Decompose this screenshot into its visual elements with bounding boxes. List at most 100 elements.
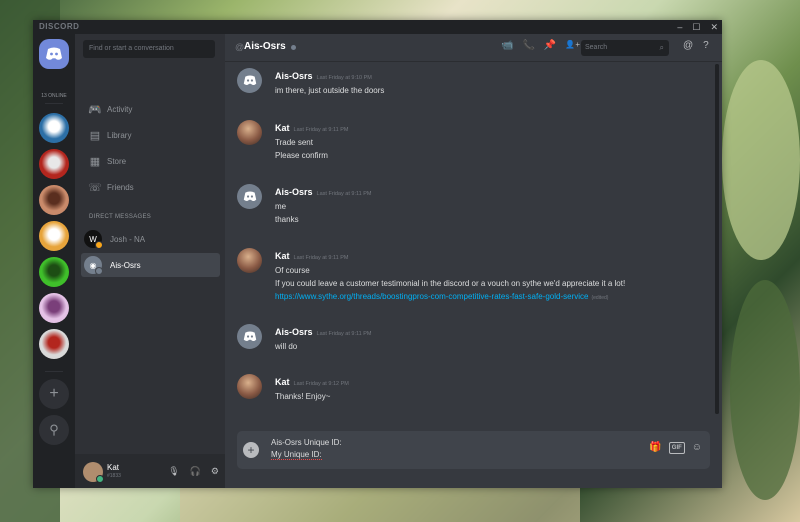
- emoji-icon[interactable]: ☺: [692, 442, 702, 454]
- message-text: Thanks! Enjoy~: [275, 392, 331, 401]
- message-text: If you could leave a customer testimonia…: [275, 279, 626, 288]
- message-header: Ais-Osrs Last Friday at 9:11 PM: [275, 322, 705, 340]
- store-icon: ▦: [89, 155, 101, 168]
- message-author[interactable]: Kat: [275, 377, 290, 387]
- channel-sidebar: Find or start a conversation 🎮 Activity ▤ L…: [75, 34, 225, 488]
- close-icon[interactable]: ✕: [710, 22, 718, 33]
- mentions-icon[interactable]: @: [683, 40, 693, 51]
- message-body: Ais-Osrs Last Friday at 9:11 PM me thanks: [275, 182, 705, 226]
- scrollbar-thumb[interactable]: [715, 64, 719, 414]
- nav-item-friends[interactable]: ☏ Friends: [83, 176, 219, 198]
- video-call-icon[interactable]: 📹: [501, 40, 513, 51]
- edited-label: (edited): [591, 295, 609, 301]
- composer-line-1: Ais-Osrs Unique ID:: [271, 438, 342, 447]
- search-input[interactable]: Search ⌕: [581, 40, 669, 56]
- message-text: Please confirm: [275, 151, 328, 160]
- message-timestamp: Last Friday at 9:11 PM: [293, 127, 349, 133]
- gift-icon[interactable]: 🎁: [649, 442, 661, 454]
- server-list: 13 ONLINE + ⚲: [33, 34, 75, 488]
- server-icon[interactable]: [39, 221, 69, 251]
- headphones-icon[interactable]: 🎧: [190, 466, 201, 477]
- divider: [45, 103, 63, 104]
- message-link-row: https://www.sythe.org/threads/boostingpr…: [275, 290, 705, 305]
- nav-item-activity[interactable]: 🎮 Activity: [83, 98, 219, 120]
- server-search-button[interactable]: ⚲: [39, 415, 69, 445]
- nav-item-label: Activity: [107, 104, 133, 114]
- status-online-icon: [96, 475, 104, 483]
- settings-gear-icon[interactable]: ⚙: [211, 466, 219, 477]
- add-server-button[interactable]: +: [39, 379, 69, 409]
- discord-window: DISCORD – ☐ ✕ 13 ONLINE + ⚲ Find or star…: [33, 20, 722, 488]
- message-header: Kat Last Friday at 9:11 PM: [275, 118, 705, 136]
- scrollbar[interactable]: [715, 64, 719, 414]
- message-header: Ais-Osrs Last Friday at 9:10 PM: [275, 66, 705, 84]
- microphone-icon[interactable]: 🎙: [168, 466, 179, 477]
- nav-item-label: Library: [107, 130, 132, 140]
- message-text: thanks: [275, 215, 299, 224]
- nav-item-library[interactable]: ▤ Library: [83, 124, 219, 146]
- avatar[interactable]: [83, 462, 104, 483]
- online-count: 13 ONLINE: [41, 93, 67, 99]
- composer-line-2: My Unique ID:: [271, 450, 322, 460]
- message-timestamp: Last Friday at 9:10 PM: [316, 75, 372, 81]
- wallpaper-leaf: [730, 280, 800, 500]
- add-friend-icon[interactable]: 👤+: [565, 40, 580, 51]
- maximize-icon[interactable]: ☐: [692, 22, 700, 33]
- avatar[interactable]: [237, 248, 262, 273]
- library-icon: ▤: [89, 129, 101, 142]
- status-dot-icon: [95, 241, 103, 249]
- help-icon[interactable]: ?: [703, 40, 709, 51]
- message-timestamp: Last Friday at 9:12 PM: [293, 381, 349, 387]
- chat-header: @ Ais-Osrs 📹 📞 📌 👤+ Search ⌕ @ ?: [225, 34, 722, 62]
- chat-area: @ Ais-Osrs 📹 📞 📌 👤+ Search ⌕ @ ? Ais-Osr…: [225, 34, 722, 488]
- dm-item[interactable]: W Josh - NA: [81, 227, 220, 251]
- minimize-icon[interactable]: –: [677, 22, 682, 32]
- message-timestamp: Last Friday at 9:11 PM: [316, 191, 372, 197]
- home-button[interactable]: [39, 39, 69, 69]
- message-author[interactable]: Ais-Osrs: [275, 327, 313, 337]
- dm-item[interactable]: ◉ Ais-Osrs: [81, 253, 220, 277]
- message-author[interactable]: Kat: [275, 123, 290, 133]
- message-header: Ais-Osrs Last Friday at 9:11 PM: [275, 182, 705, 200]
- avatar[interactable]: [237, 184, 262, 209]
- at-icon: @: [235, 42, 245, 52]
- channel-name: Ais-Osrs: [244, 41, 286, 52]
- server-icon[interactable]: [39, 149, 69, 179]
- avatar[interactable]: [237, 68, 262, 93]
- server-icon[interactable]: [39, 113, 69, 143]
- message-text: me: [275, 202, 287, 211]
- message-author[interactable]: Ais-Osrs: [275, 71, 313, 81]
- message-header: Kat Last Friday at 9:12 PM: [275, 372, 705, 390]
- discord-default-avatar-icon: [243, 191, 256, 202]
- avatar[interactable]: [237, 324, 262, 349]
- message-composer[interactable]: + Ais-Osrs Unique ID: My Unique ID: 🎁 GI…: [237, 431, 710, 469]
- gif-button[interactable]: GIF: [668, 442, 685, 454]
- message-body: Kat Last Friday at 9:12 PM Thanks! Enjoy~: [275, 372, 705, 403]
- nav-item-store[interactable]: ▦ Store: [83, 150, 219, 172]
- divider: [45, 371, 63, 372]
- avatar: ◉: [84, 256, 103, 275]
- server-icon[interactable]: [39, 293, 69, 323]
- message-header: Kat Last Friday at 9:11 PM: [275, 246, 705, 264]
- server-icon[interactable]: [39, 257, 69, 287]
- voice-call-icon[interactable]: 📞: [522, 40, 534, 51]
- message-text: Of course: [275, 266, 310, 275]
- discord-default-avatar-icon: [243, 331, 256, 342]
- message-body: Kat Last Friday at 9:11 PM Of course If you…: [275, 246, 705, 305]
- message-text: Trade sent: [275, 138, 313, 147]
- find-conversation-input[interactable]: Find or start a conversation: [83, 40, 215, 58]
- message-body: Kat Last Friday at 9:11 PM Trade sent Pleas…: [275, 118, 705, 162]
- title-bar: DISCORD – ☐ ✕: [33, 20, 722, 34]
- message-link[interactable]: https://www.sythe.org/threads/boostingpr…: [275, 292, 588, 301]
- server-icon[interactable]: [39, 185, 69, 215]
- dm-label: Josh - NA: [110, 234, 146, 244]
- upload-plus-icon[interactable]: +: [243, 442, 259, 458]
- message-author[interactable]: Ais-Osrs: [275, 187, 313, 197]
- avatar[interactable]: [237, 374, 262, 399]
- message-author[interactable]: Kat: [275, 251, 290, 261]
- header-tools: 📹 📞 📌 👤+: [501, 40, 580, 51]
- avatar[interactable]: [237, 120, 262, 145]
- server-icon[interactable]: [39, 329, 69, 359]
- nav-item-label: Friends: [107, 182, 134, 192]
- pinned-messages-icon[interactable]: 📌: [544, 40, 556, 51]
